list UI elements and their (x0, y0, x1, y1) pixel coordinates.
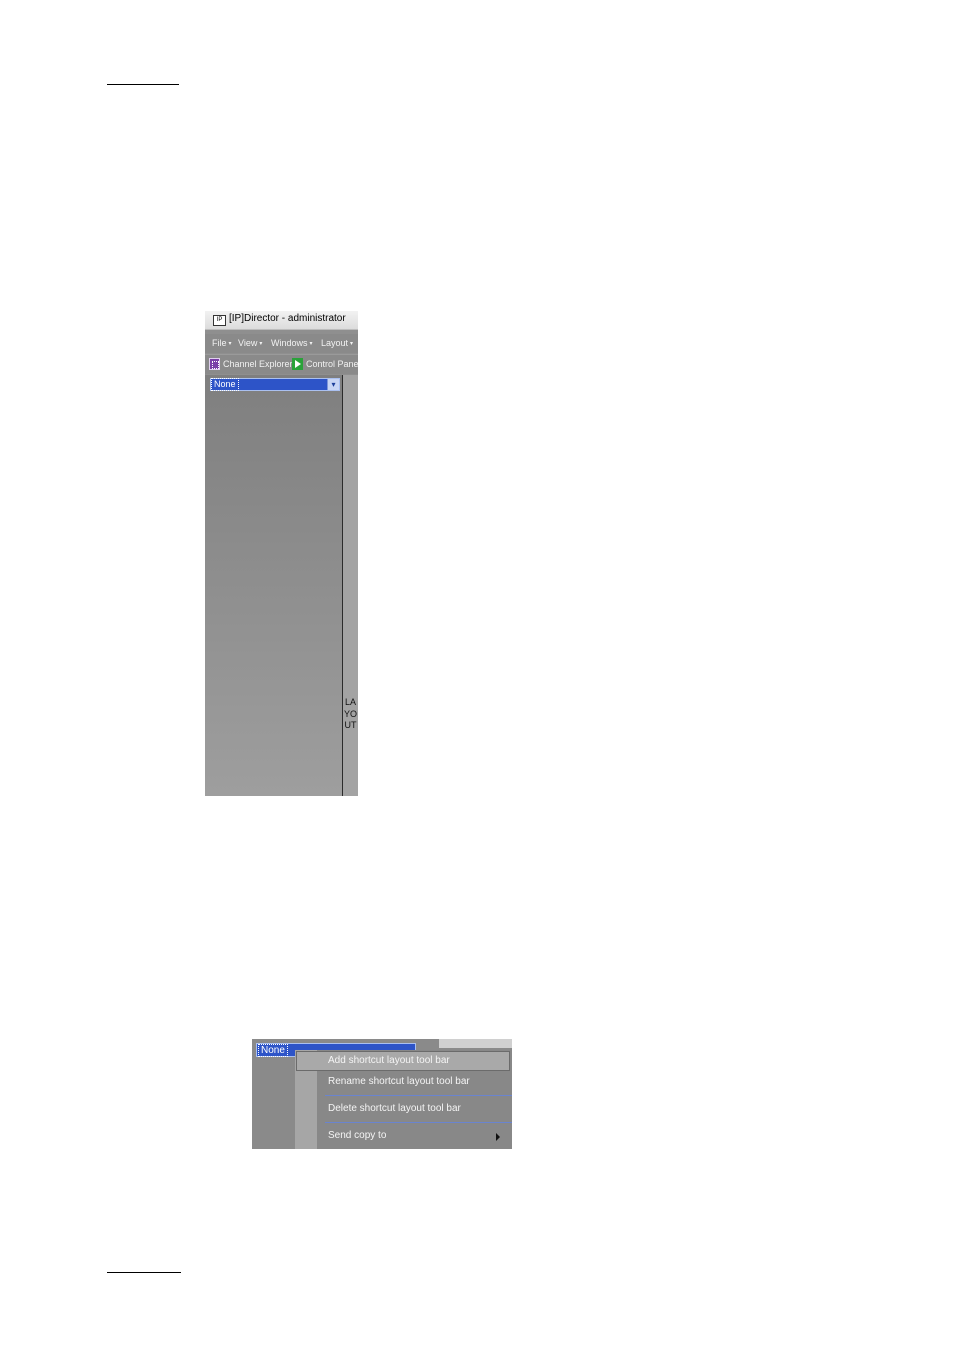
channel-explorer-icon (209, 358, 220, 370)
menu-layout[interactable]: Layout ▾ (321, 338, 353, 348)
menu-item-delete-shortcut-layout-tool-bar[interactable]: Delete shortcut layout tool bar (317, 1099, 512, 1119)
side-tab-label: LAYOUT (343, 697, 357, 730)
menu-item-add-shortcut-layout-tool-bar[interactable]: Add shortcut layout tool bar (296, 1051, 510, 1071)
control-panel-icon (292, 358, 303, 370)
app-window-screenshot: IP [IP]Director - administrator File ▾ Vi… (205, 311, 358, 796)
menu-view[interactable]: View ▾ (238, 338, 262, 348)
chevron-down-icon[interactable]: ▾ (327, 379, 339, 390)
menu-separator (325, 1122, 512, 1123)
menu-item-send-copy-to[interactable]: Send copy to (317, 1126, 512, 1146)
menu-item-label: Add shortcut layout tool bar (328, 1055, 450, 1066)
menu-item-label: Send copy to (328, 1130, 387, 1141)
menu-file-label: File (212, 338, 227, 348)
layout-select[interactable]: None ▾ (210, 378, 340, 391)
submenu-arrow-icon (496, 1133, 500, 1141)
header-rule (107, 84, 179, 85)
menu-windows[interactable]: Windows ▾ (271, 338, 313, 348)
menu-layout-label: Layout (321, 338, 349, 348)
footer-rule (107, 1272, 181, 1273)
background-strip (439, 1039, 512, 1048)
layout-select-value: None (258, 1044, 288, 1057)
layout-side-tab[interactable]: LAYOUT (343, 375, 358, 796)
chevron-down-icon: ▾ (228, 341, 232, 347)
menu-item-rename-shortcut-layout-tool-bar[interactable]: Rename shortcut layout tool bar (317, 1072, 512, 1092)
menu-item-label: Rename shortcut layout tool bar (328, 1076, 470, 1087)
chevron-down-icon: ▾ (350, 341, 354, 347)
layout-select-value: None (211, 378, 239, 391)
menu-separator (325, 1095, 512, 1096)
context-menu-screenshot: None Add shortcut layout tool bar Rename… (252, 1039, 512, 1149)
toolbar: Channel Explorer Control Panel (205, 354, 358, 374)
context-menu: Add shortcut layout tool bar Rename shor… (295, 1050, 512, 1149)
chevron-down-icon: ▾ (309, 341, 313, 347)
title-bar[interactable]: IP [IP]Director - administrator (205, 311, 358, 330)
window-title: [IP]Director - administrator (229, 313, 346, 324)
chevron-down-icon: ▾ (259, 341, 263, 347)
layout-panel: None ▾ (205, 375, 342, 796)
control-panel-label: Control Panel (306, 359, 358, 369)
menu-file[interactable]: File ▾ (212, 338, 232, 348)
menu-view-label: View (238, 338, 258, 348)
menu-bar: File ▾ View ▾ Windows ▾ Layout ▾ (205, 334, 358, 353)
menu-item-label: Delete shortcut layout tool bar (328, 1103, 461, 1114)
app-icon: IP (213, 315, 226, 326)
menu-windows-label: Windows (271, 338, 308, 348)
channel-explorer-label: Channel Explorer (223, 359, 293, 369)
